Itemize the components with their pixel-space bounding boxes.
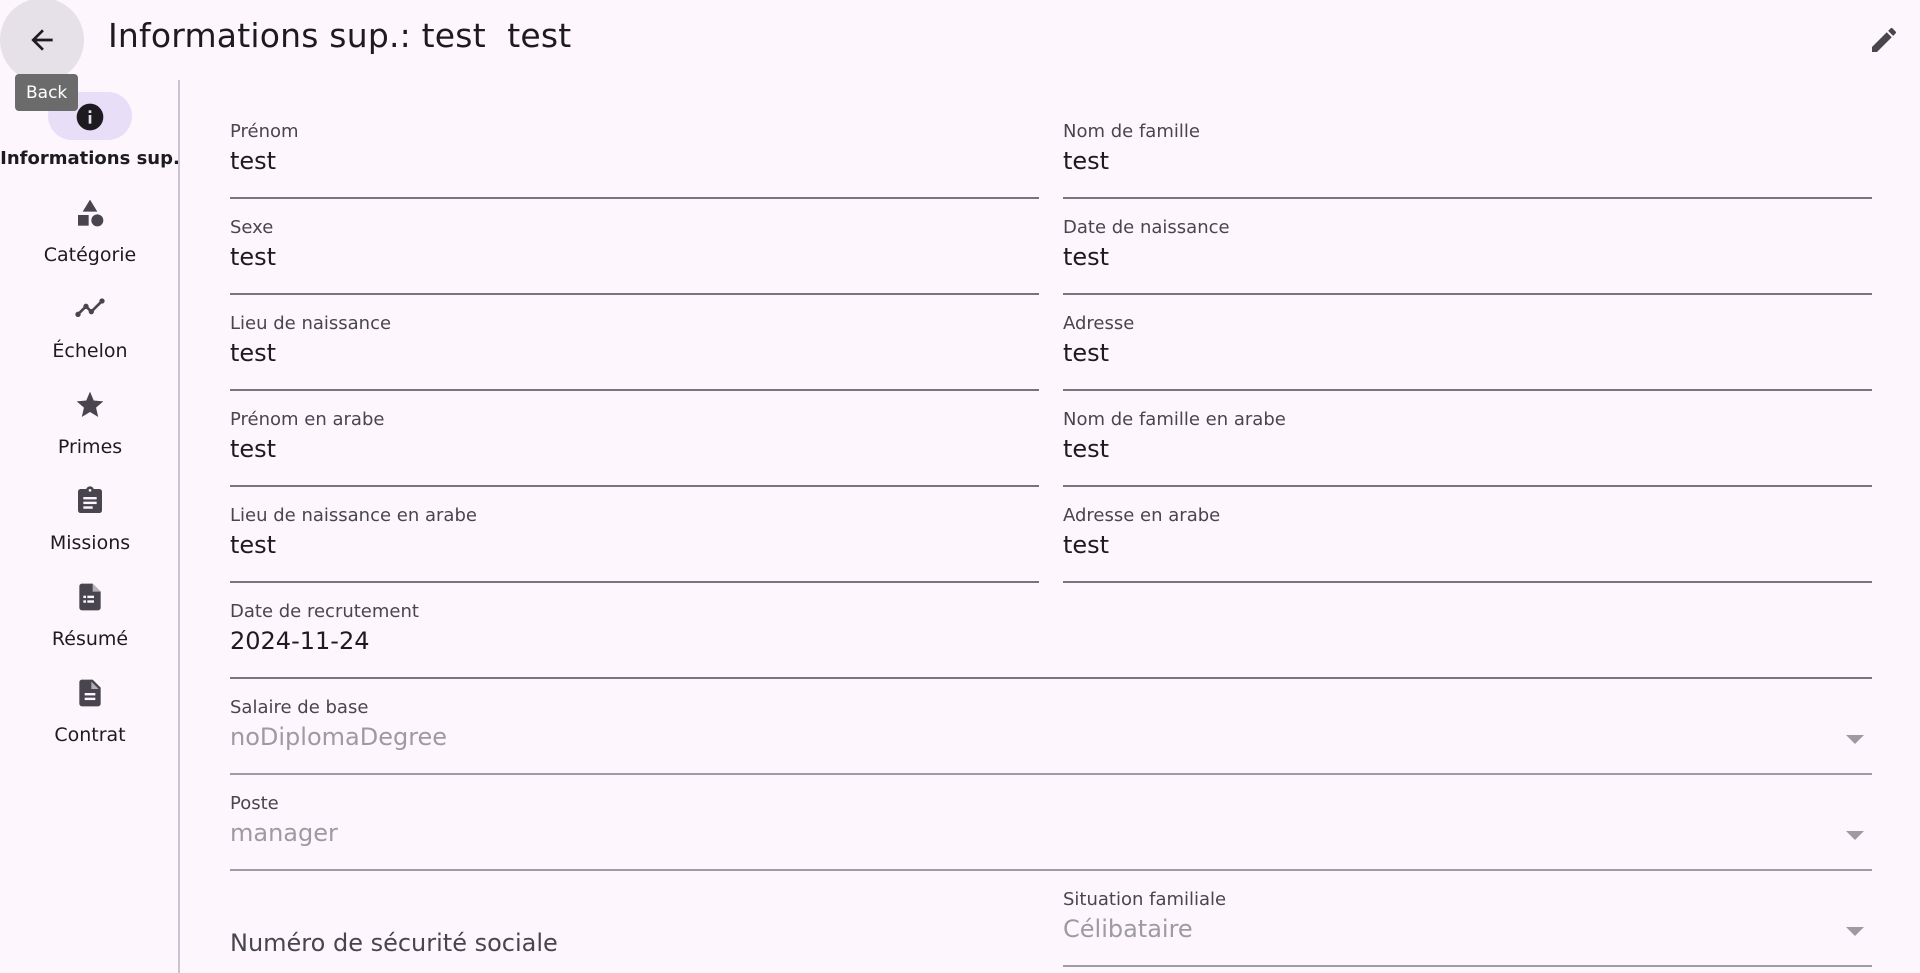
field-label: Date de naissance [1063,217,1230,238]
adresse-field[interactable]: Adresse test [1063,313,1872,391]
field-label: Lieu de naissance [230,313,392,334]
dropdown-arrow-icon [1846,735,1864,744]
navigation-rail: Informations sup. Catégorie Échelon Prim… [0,80,180,973]
field-label: Salaire de base [230,697,369,718]
rail-label: Missions [49,532,131,554]
rail-label: Résumé [51,628,129,650]
pencil-icon [1872,27,1897,52]
field-value: Célibataire [1063,915,1193,943]
field-label: Adresse en arabe [1063,505,1221,526]
star-icon [76,391,104,417]
poste-dropdown[interactable]: Poste manager [230,793,1872,871]
rail-label: Contrat [54,724,126,746]
field-label: Poste [230,793,279,814]
field-value: test [230,147,277,175]
field-label: Prénom en arabe [230,409,385,430]
info-icon [76,103,104,131]
document-icon [79,679,101,707]
lieu-naissance-field[interactable]: Lieu de naissance test [230,313,1039,391]
rail-item-contrat[interactable]: Contrat [0,656,180,746]
category-shapes-icon [78,199,104,227]
back-button[interactable] [0,0,84,82]
field-value: test [230,531,277,559]
rail-item-resume[interactable]: Résumé [0,560,180,650]
securite-sociale-field[interactable]: Numéro de sécurité sociale [230,889,1039,967]
arrow-back-icon [31,29,53,51]
date-recrutement-field[interactable]: Date de recrutement 2024-11-24 [230,601,1872,679]
rail-item-categorie[interactable]: Catégorie [0,176,180,266]
rail-label: Primes [57,436,123,458]
situation-familiale-dropdown[interactable]: Situation familiale Célibataire [1063,889,1872,967]
nom-famille-arabe-field[interactable]: Nom de famille en arabe test [1063,409,1872,487]
field-label: Lieu de naissance en arabe [230,505,477,526]
field-label: Situation familiale [1063,889,1227,910]
date-naissance-field[interactable]: Date de naissance test [1063,217,1872,295]
dropdown-arrow-icon [1846,831,1864,840]
rail-item-primes[interactable]: Primes [0,368,180,458]
field-value: test [230,243,277,271]
field-value: manager [230,819,338,847]
back-tooltip: Back [15,74,79,111]
rail-label: Informations sup. [0,148,180,169]
field-label: Sexe [230,217,274,238]
field-value: test [230,435,277,463]
field-value: 2024-11-24 [230,627,370,655]
rail-item-missions[interactable]: Missions [0,464,180,554]
field-value: test [1063,531,1110,559]
prenom-arabe-field[interactable]: Prénom en arabe test [230,409,1039,487]
field-value: noDiplomaDegree [230,723,448,751]
field-value: test [1063,339,1110,367]
edit-button[interactable] [1860,16,1908,64]
prenom-field[interactable]: Prénom test [230,121,1039,199]
clipboard-icon [78,486,102,513]
summary-document-icon [79,583,101,611]
field-label: Nom de famille [1063,121,1200,142]
adresse-arabe-field[interactable]: Adresse en arabe test [1063,505,1872,583]
rail-item-echelon[interactable]: Échelon [0,272,180,362]
field-value: test [1063,435,1110,463]
field-label: Nom de famille en arabe [1063,409,1286,430]
rail-label: Catégorie [43,244,137,266]
nom-famille-field[interactable]: Nom de famille test [1063,121,1872,199]
salaire-base-dropdown[interactable]: Salaire de base noDiplomaDegree [230,697,1872,775]
field-value: test [1063,243,1110,271]
rail-label: Échelon [52,340,128,362]
page-title: Informations sup.: test test [108,16,572,55]
lieu-naissance-arabe-field[interactable]: Lieu de naissance en arabe test [230,505,1039,583]
dropdown-arrow-icon [1846,927,1864,936]
field-label: Date de recrutement [230,601,419,622]
field-label: Numéro de sécurité sociale [230,929,558,957]
trend-line-icon [75,298,105,317]
field-label: Adresse [1063,313,1135,334]
sexe-field[interactable]: Sexe test [230,217,1039,295]
field-value: test [230,339,277,367]
field-label: Prénom [230,121,299,142]
field-value: test [1063,147,1110,175]
